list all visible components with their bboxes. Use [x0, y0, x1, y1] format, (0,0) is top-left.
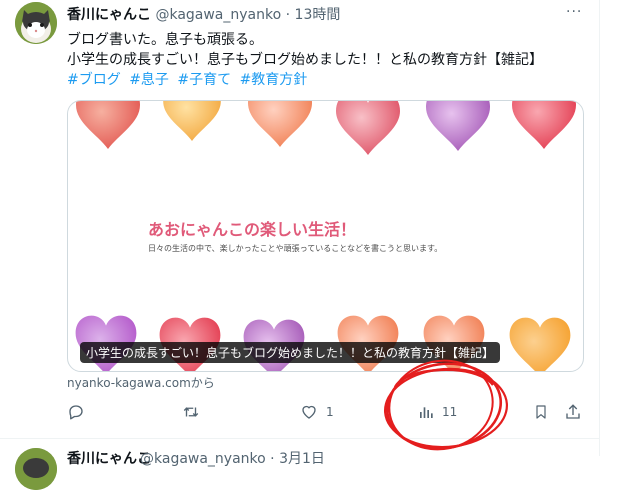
handle[interactable]: @kagawa_nyanko · 3月1日 — [140, 448, 325, 468]
link-card[interactable]: あおにゃんこの楽しい生活！ 日々の生活の中で、楽しかったことや頑張っていることな… — [67, 100, 584, 372]
reply-button[interactable] — [67, 400, 93, 424]
heart-decoration — [76, 101, 140, 149]
tweet-text: ブログ書いた。息子も頑張る。 小学生の成長すごい！息子もブログ始めました！！と私… — [67, 30, 543, 70]
tweet-line: 小学生の成長すごい！息子もブログ始めました！！と私の教育方針【雑記】 — [67, 52, 543, 68]
share-icon — [566, 404, 580, 419]
cat-avatar — [15, 448, 57, 490]
tweet-line: ブログ書いた。息子も頑張る。 — [67, 32, 263, 48]
heart-decoration — [512, 101, 576, 149]
heart-decoration — [336, 101, 400, 155]
display-name[interactable]: 香川にゃんこ — [67, 7, 151, 23]
card-subheading: 日々の生活の中で、楽しかったことや頑張っていることなどを書こうと思います。 — [148, 244, 443, 253]
bookmark-icon — [536, 405, 546, 419]
heart-decoration — [248, 101, 312, 147]
hashtag-link[interactable]: #子育て — [177, 72, 231, 88]
cat-avatar — [15, 2, 57, 44]
retweet-button[interactable] — [181, 400, 209, 424]
hashtag-link[interactable]: #教育方針 — [240, 72, 308, 88]
bookmark-button[interactable] — [533, 400, 549, 424]
more-icon[interactable]: ··· — [566, 4, 586, 20]
hashtag-link[interactable]: #息子 — [129, 72, 169, 88]
heart-decoration — [163, 101, 221, 141]
like-count: 1 — [326, 405, 334, 419]
separator: · — [285, 7, 291, 23]
like-icon — [302, 405, 316, 419]
avatar[interactable] — [15, 2, 57, 44]
share-button[interactable] — [564, 400, 582, 424]
heart-decoration — [426, 101, 490, 151]
like-button[interactable]: 1 — [300, 400, 334, 424]
card-domain[interactable]: nyanko-kagawa.comから — [67, 374, 215, 391]
handle[interactable]: @kagawa_nyanko — [155, 7, 281, 23]
card-heading: あおにゃんこの楽しい生活！ — [148, 220, 357, 239]
next-tweet[interactable]: 香川にゃんこ @kagawa_nyanko · 3月1日 — [0, 440, 600, 490]
tweet-header: 香川にゃんこ @kagawa_nyanko · 13時間 — [67, 4, 340, 24]
hashtags: #ブログ #息子 #子育て #教育方針 — [67, 70, 311, 90]
hashtag-link[interactable]: #ブログ — [67, 72, 121, 88]
timeline-column: 香川にゃんこ @kagawa_nyanko · 13時間 ··· ブログ書いた。… — [0, 0, 600, 490]
reply-icon — [69, 405, 83, 420]
tweet[interactable]: 香川にゃんこ @kagawa_nyanko · 13時間 ··· ブログ書いた。… — [0, 0, 600, 451]
display-name[interactable]: 香川にゃんこ — [67, 448, 151, 468]
timestamp[interactable]: 13時間 — [295, 7, 341, 23]
avatar[interactable] — [15, 448, 57, 490]
retweet-icon — [183, 407, 199, 417]
heart-decoration — [509, 317, 571, 371]
